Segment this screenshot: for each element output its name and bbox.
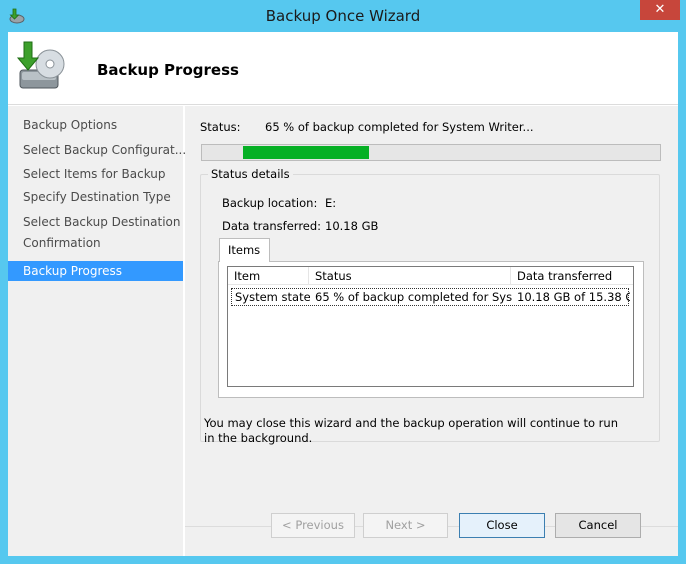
backup-progress-bar	[201, 144, 661, 161]
sidebar-item-confirmation[interactable]: Confirmation	[8, 233, 183, 253]
cell-item: System state	[235, 290, 310, 304]
sidebar-item-select-backup-configuration[interactable]: Select Backup Configurat...	[8, 140, 186, 160]
close-window-button[interactable]: ✕	[640, 0, 680, 20]
items-list[interactable]: Item Status Data transferred System stat…	[227, 266, 634, 387]
items-list-header: Item Status Data transferred	[228, 267, 633, 285]
sidebar-item-select-items[interactable]: Select Items for Backup	[8, 164, 183, 184]
sidebar-item-backup-destination[interactable]: Select Backup Destination	[8, 212, 183, 232]
title-bar[interactable]: Backup Once Wizard ✕	[0, 0, 686, 32]
backup-location-label: Backup location:	[222, 196, 318, 210]
status-details-title: Status details	[208, 167, 293, 181]
backup-location-value: E:	[325, 196, 337, 210]
backup-location-row: Backup location: E:	[222, 196, 336, 210]
window-title: Backup Once Wizard	[265, 7, 421, 25]
cancel-button[interactable]: Cancel	[555, 513, 641, 538]
cell-data-transferred: 10.18 GB of 15.38 GB	[517, 290, 630, 304]
status-label: Status:	[200, 120, 241, 134]
wizard-steps-sidebar: Backup Options Select Backup Configurat.…	[8, 106, 186, 556]
background-run-note: You may close this wizard and the backup…	[204, 416, 618, 445]
backup-disk-icon	[16, 41, 65, 89]
status-row: Status: 65 % of backup completed for Syst…	[200, 120, 534, 134]
data-transferred-label: Data transferred:	[222, 219, 322, 233]
column-header-item[interactable]: Item	[228, 267, 309, 285]
tab-items[interactable]: Items	[219, 238, 270, 262]
wizard-header: Backup Progress	[8, 32, 678, 105]
progress-bar-fill	[243, 146, 369, 159]
wizard-client-area: Backup Progress Backup Options Select Ba…	[8, 32, 678, 556]
next-button[interactable]: Next >	[363, 513, 448, 538]
page-title: Backup Progress	[97, 61, 239, 79]
status-text: 65 % of backup completed for System Writ…	[265, 120, 534, 134]
sidebar-item-backup-progress[interactable]: Backup Progress	[8, 261, 183, 281]
close-icon: ✕	[654, 2, 666, 17]
data-transferred-value: 10.18 GB	[325, 219, 379, 233]
sidebar-item-backup-options[interactable]: Backup Options	[8, 115, 183, 135]
column-header-data-transferred[interactable]: Data transferred	[511, 267, 633, 285]
table-row[interactable]: System state 65 % of backup completed fo…	[231, 288, 630, 306]
data-transferred-row: Data transferred: 10.18 GB	[222, 219, 378, 233]
sidebar-item-destination-type[interactable]: Specify Destination Type	[8, 187, 183, 207]
wizard-window: Backup Once Wizard ✕ Backup Progress Bac…	[0, 0, 686, 564]
column-header-status[interactable]: Status	[309, 267, 511, 285]
close-button[interactable]: Close	[459, 513, 545, 538]
cell-status: 65 % of backup completed for Sys...	[315, 290, 512, 304]
previous-button[interactable]: < Previous	[271, 513, 355, 538]
